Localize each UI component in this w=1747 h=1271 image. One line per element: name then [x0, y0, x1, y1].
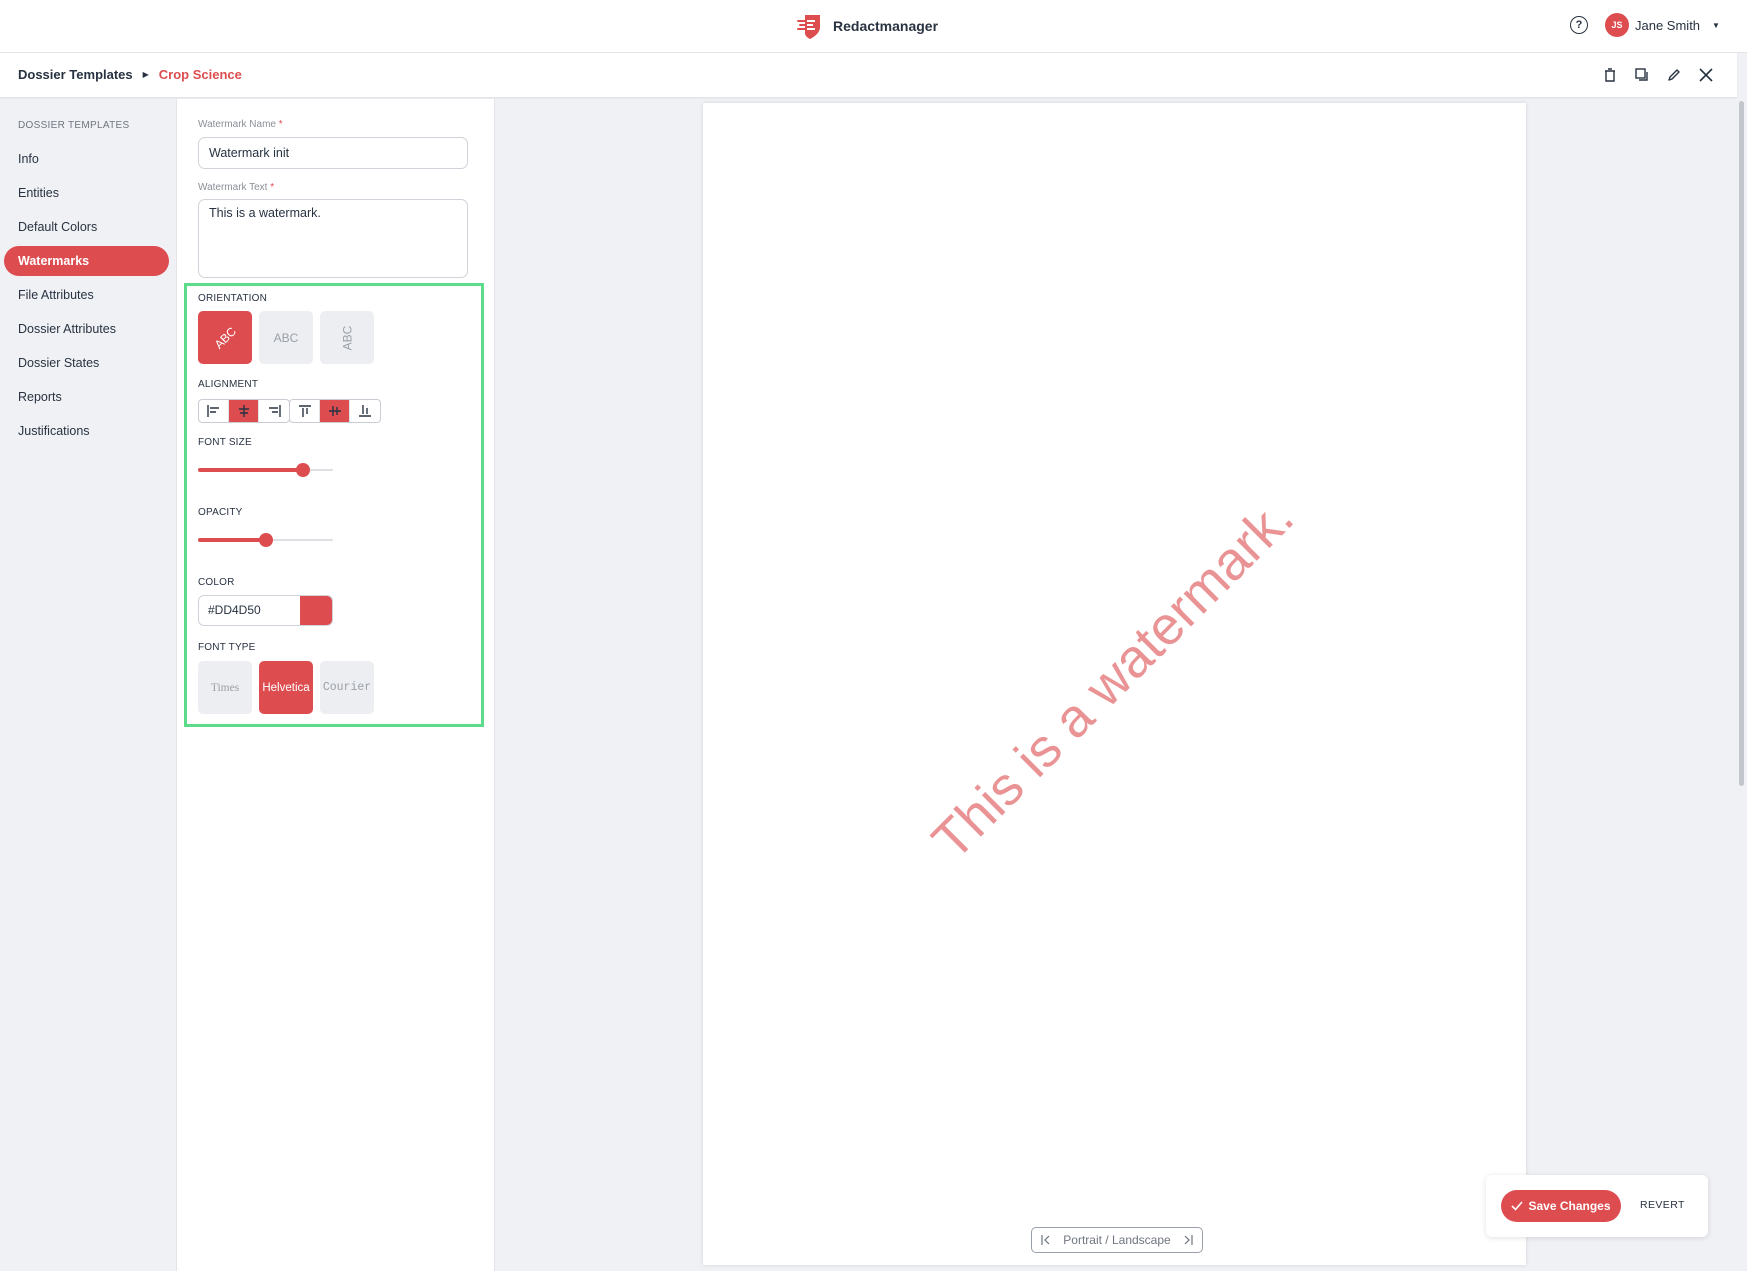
portrait-landscape-toggle[interactable]: Portrait / Landscape [1031, 1227, 1203, 1253]
required-mark: * [278, 119, 283, 130]
pencil-icon [1668, 69, 1680, 81]
color-swatch[interactable] [300, 596, 332, 625]
slider-thumb[interactable] [296, 463, 311, 477]
watermark-preview-text: This is a watermark. [920, 486, 1306, 872]
orientation-label: ORIENTATION [198, 293, 268, 304]
chevron-down-icon: ▼ [1712, 20, 1720, 30]
align-middle-button[interactable] [320, 400, 350, 422]
align-bottom-button[interactable] [350, 400, 380, 422]
nav-item-dossier-attributes[interactable]: Dossier Attributes [4, 314, 169, 344]
orientation-vertical-label: ABC [340, 325, 354, 350]
align-left-button[interactable] [199, 400, 229, 422]
check-icon [1511, 1201, 1524, 1211]
watermark-name-label: Watermark Name * [198, 119, 283, 130]
align-top-button[interactable] [290, 400, 320, 422]
align-right-button[interactable] [259, 400, 289, 422]
orientation-horizontal-button[interactable]: ABC [259, 311, 313, 364]
nav-item-justifications[interactable]: Justifications [4, 416, 169, 446]
watermark-text-input[interactable]: This is a watermark. [198, 199, 468, 278]
user-name: Jane Smith [1635, 17, 1701, 33]
close-icon [1699, 68, 1713, 82]
slider-thumb[interactable] [258, 533, 273, 547]
close-button[interactable] [1696, 65, 1716, 85]
align-middle-icon [328, 406, 341, 416]
align-top-icon [298, 405, 311, 417]
align-right-icon [269, 405, 281, 417]
nav-item-dossier-states[interactable]: Dossier States [4, 348, 169, 378]
watermark-config-panel: Watermark Name * Watermark Text * This i… [177, 99, 495, 1271]
save-changes-button[interactable]: Save Changes [1501, 1190, 1621, 1222]
font-times-button[interactable]: Times [198, 661, 252, 714]
watermark-text-label-text: Watermark Text [198, 182, 268, 193]
font-type-label: FONT TYPE [198, 642, 256, 653]
font-times-label: Times [210, 681, 240, 694]
nav-item-watermarks[interactable]: Watermarks [4, 246, 169, 276]
nav-list: Info Entities Default Colors Watermarks … [4, 144, 169, 450]
scrollbar-thumb[interactable] [1739, 101, 1744, 786]
breadcrumb-dossier-templates[interactable]: Dossier Templates [18, 67, 133, 82]
font-helvetica-label: Helvetica [262, 681, 310, 694]
orientation-horizontal-label: ABC [273, 330, 299, 345]
font-courier-button[interactable]: Courier [320, 661, 374, 714]
watermark-text-label: Watermark Text * [198, 182, 274, 193]
required-mark: * [270, 182, 275, 193]
save-bar: Save Changes REVERT [1486, 1175, 1708, 1237]
app-name: Redactmanager [833, 18, 939, 34]
chevron-left-bar-icon [1041, 1235, 1050, 1245]
align-center-icon [238, 405, 249, 417]
chevron-right-bar-icon [1184, 1235, 1193, 1245]
top-bar: Redactmanager ? JS Jane Smith ▼ [0, 0, 1747, 53]
breadcrumb-arrow-icon: ▶ [142, 70, 149, 79]
color-label: COLOR [198, 577, 235, 588]
header-actions [1600, 65, 1716, 85]
horizontal-alignment-group [198, 399, 290, 423]
redactmanager-logo-icon [797, 14, 820, 39]
duplicate-button[interactable] [1632, 65, 1652, 85]
nav-heading: DOSSIER TEMPLATES [18, 120, 130, 131]
revert-button[interactable]: REVERT [1640, 1199, 1685, 1211]
user-menu[interactable]: JS Jane Smith ▼ [1605, 13, 1720, 37]
watermark-name-input[interactable] [198, 137, 468, 169]
vertical-alignment-group [289, 399, 381, 423]
nav-item-reports[interactable]: Reports [4, 382, 169, 412]
align-bottom-icon [359, 405, 371, 417]
nav-item-entities[interactable]: Entities [4, 178, 169, 208]
delete-button[interactable] [1600, 65, 1620, 85]
color-hex-value[interactable]: #DD4D50 [199, 596, 300, 625]
opacity-slider[interactable] [198, 532, 333, 548]
breadcrumb-bar: Dossier Templates ▶ Crop Science [0, 53, 1737, 98]
font-size-label: FONT SIZE [198, 437, 252, 448]
font-size-slider[interactable] [198, 462, 333, 478]
align-left-icon [206, 405, 219, 417]
left-navigation: DOSSIER TEMPLATES Info Entities Default … [0, 99, 177, 1271]
breadcrumb: Dossier Templates ▶ Crop Science [18, 67, 242, 82]
slider-fill [198, 468, 304, 472]
edit-button[interactable] [1664, 65, 1684, 85]
preview-page: This is a watermark. Portrait / Landscap… [703, 103, 1526, 1265]
vertical-scrollbar[interactable] [1737, 99, 1747, 1271]
slider-fill [198, 538, 266, 542]
preview-area: This is a watermark. Portrait / Landscap… [495, 99, 1737, 1271]
orientation-diagonal-button[interactable]: ABC [198, 311, 252, 364]
opacity-label: OPACITY [198, 507, 243, 518]
nav-item-file-attributes[interactable]: File Attributes [4, 280, 169, 310]
nav-item-default-colors[interactable]: Default Colors [4, 212, 169, 242]
trash-icon [1605, 68, 1615, 82]
avatar: JS [1605, 13, 1629, 37]
align-center-button[interactable] [229, 400, 259, 422]
save-changes-label: Save Changes [1528, 1199, 1611, 1213]
orientation-vertical-button[interactable]: ABC [320, 311, 374, 364]
portrait-landscape-label: Portrait / Landscape [1063, 1233, 1171, 1247]
copy-icon [1635, 68, 1648, 81]
alignment-label: ALIGNMENT [198, 379, 259, 390]
orientation-diagonal-label: ABC [211, 323, 239, 352]
color-picker[interactable]: #DD4D50 [198, 595, 333, 626]
breadcrumb-current[interactable]: Crop Science [159, 67, 242, 82]
font-courier-label: Courier [322, 681, 372, 694]
help-icon[interactable]: ? [1570, 16, 1588, 34]
watermark-name-label-text: Watermark Name [198, 119, 276, 130]
nav-item-info[interactable]: Info [4, 144, 169, 174]
font-helvetica-button[interactable]: Helvetica [259, 661, 313, 714]
brand[interactable]: Redactmanager [796, 12, 938, 40]
